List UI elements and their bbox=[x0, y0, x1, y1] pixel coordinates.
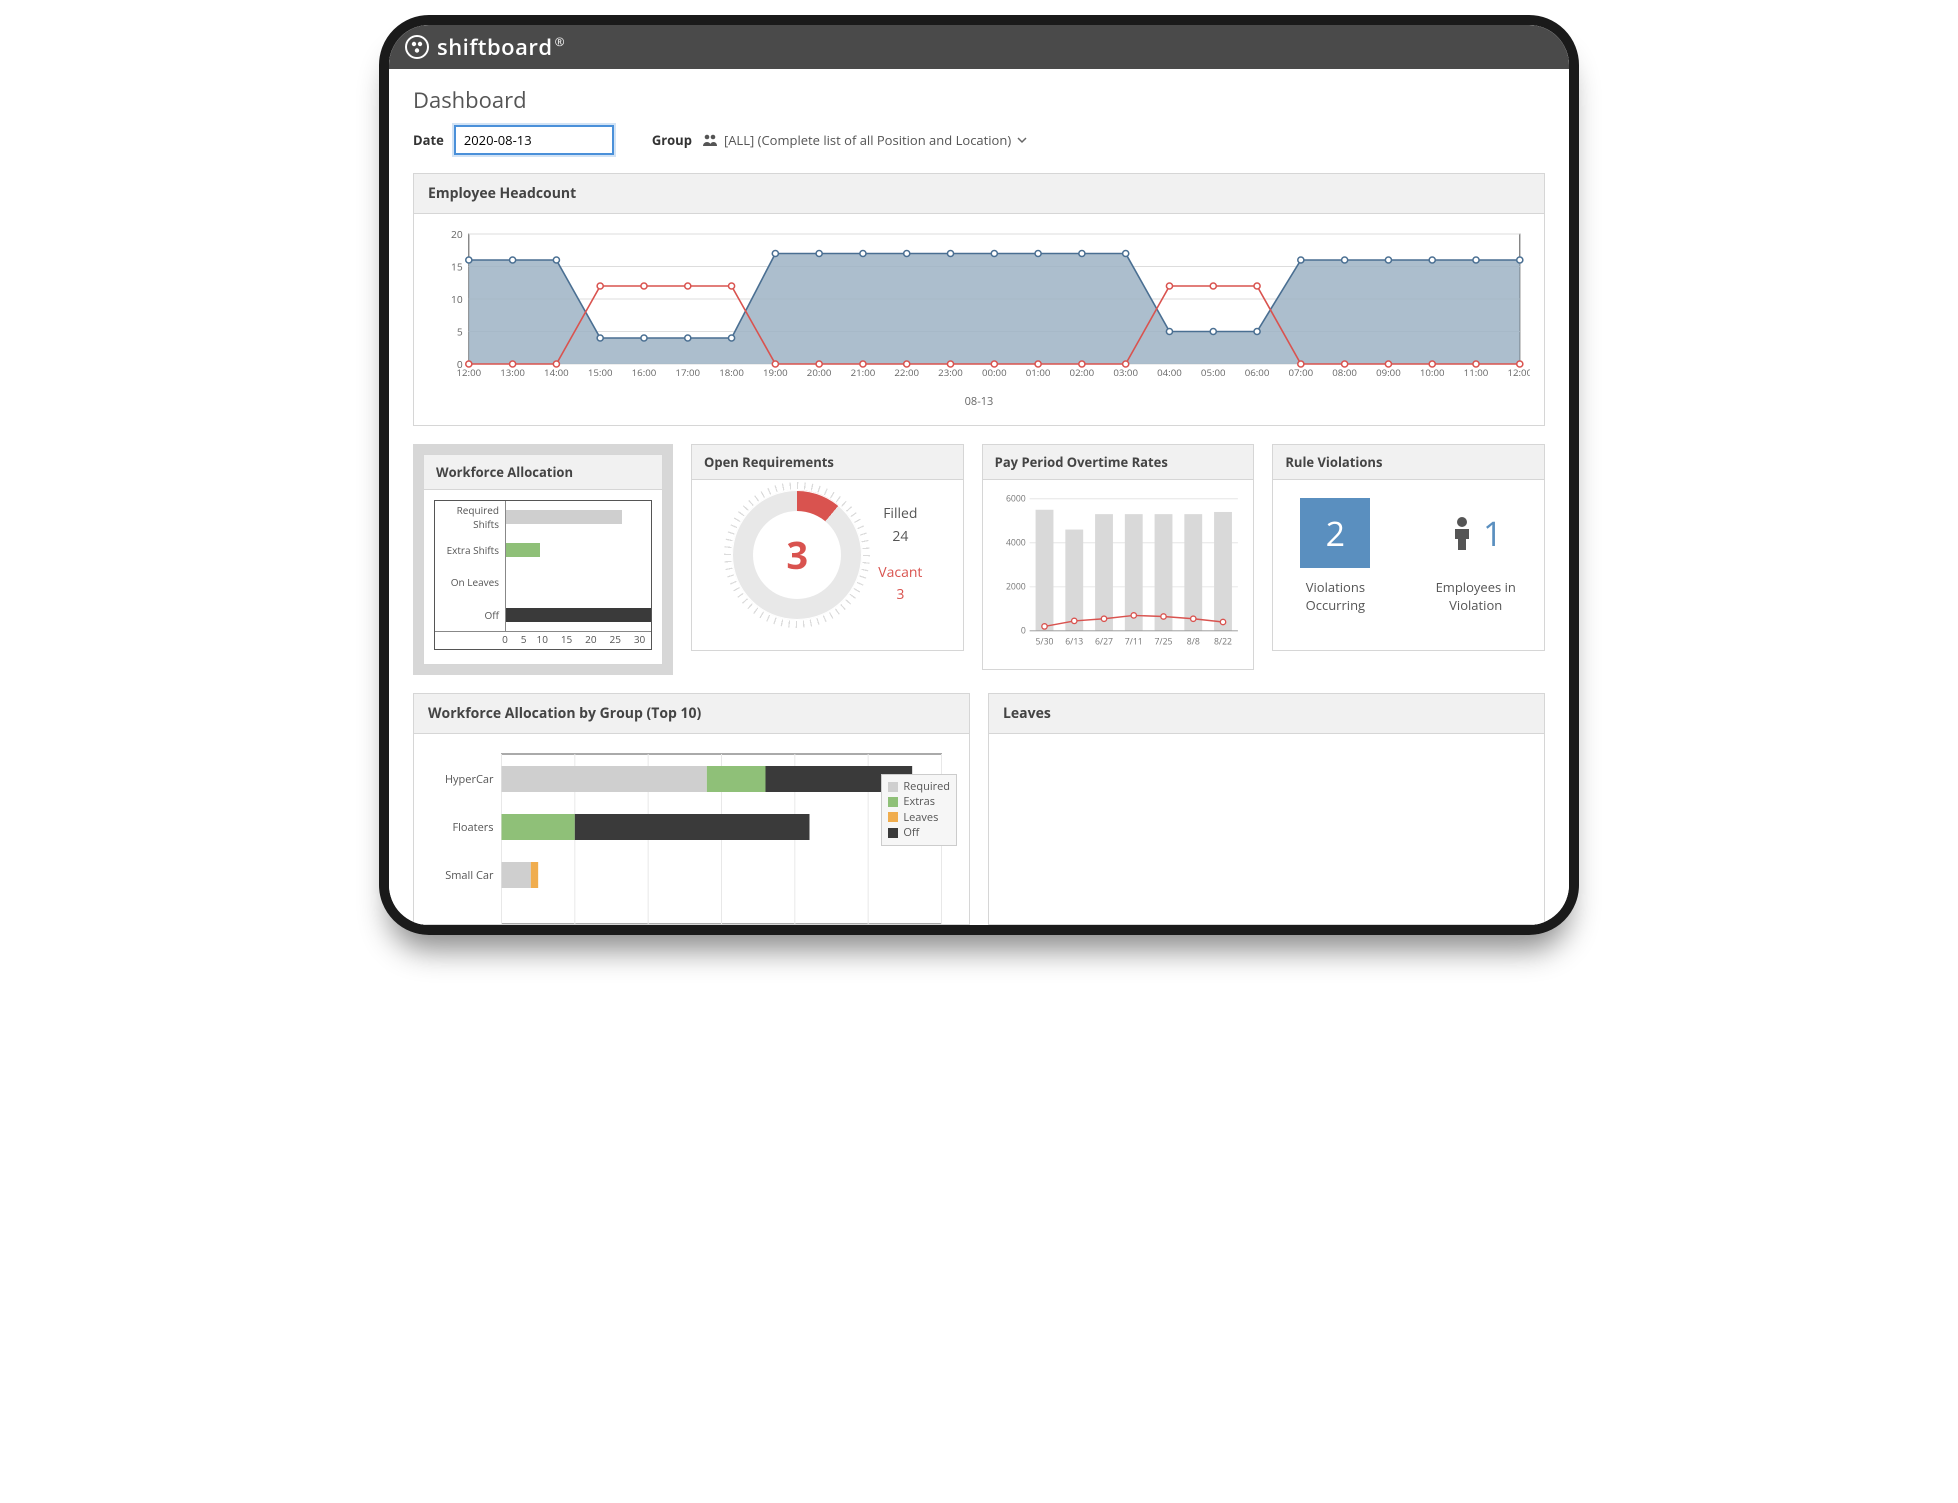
group-value: [ALL] (Complete list of all Position and… bbox=[724, 131, 1011, 149]
filters-bar: Date Group [ALL] (Complete list of all P… bbox=[413, 125, 1545, 155]
svg-text:7/25: 7/25 bbox=[1154, 635, 1172, 647]
svg-text:08:00: 08:00 bbox=[1332, 366, 1357, 379]
chevron-down-icon bbox=[1017, 135, 1027, 145]
svg-text:12:00: 12:00 bbox=[1507, 366, 1530, 379]
workforce-by-group-legend: RequiredExtrasLeavesOff bbox=[881, 774, 957, 846]
workforce-by-group-chart: HyperCar Floaters Small Car bbox=[428, 744, 955, 924]
panel-leaves[interactable]: Leaves bbox=[988, 693, 1545, 925]
svg-text:5: 5 bbox=[457, 325, 463, 339]
svg-text:6/27: 6/27 bbox=[1095, 635, 1113, 647]
selected-card-highlight: Workforce Allocation Required Shifts Ext… bbox=[413, 444, 673, 675]
group-selector[interactable]: [ALL] (Complete list of all Position and… bbox=[702, 131, 1027, 149]
device-frame: shiftboard ® Dashboard Date Group [ALL] … bbox=[379, 15, 1579, 935]
svg-text:10: 10 bbox=[451, 292, 463, 306]
svg-text:13:00: 13:00 bbox=[500, 366, 525, 379]
svg-text:8/8: 8/8 bbox=[1186, 635, 1199, 647]
brand-dot: ® bbox=[555, 33, 565, 50]
filled-value: 24 bbox=[878, 526, 922, 548]
summary-cards-row: Workforce Allocation Required Shifts Ext… bbox=[413, 444, 1545, 675]
panel-overtime[interactable]: Pay Period Overtime Rates 0 2000 4000 6000 5… bbox=[982, 444, 1255, 670]
svg-text:7/11: 7/11 bbox=[1124, 635, 1142, 647]
panel-header-or: Open Requirements bbox=[692, 445, 963, 480]
svg-text:01:00: 01:00 bbox=[1026, 366, 1051, 379]
panel-rule-violations[interactable]: Rule Violations 2 Violations Occurring bbox=[1272, 444, 1545, 651]
vacant-value: 3 bbox=[878, 584, 922, 606]
panel-header-rv: Rule Violations bbox=[1273, 445, 1544, 480]
employees-label: Employees in Violation bbox=[1417, 578, 1534, 614]
svg-text:14:00: 14:00 bbox=[544, 366, 569, 379]
svg-text:20: 20 bbox=[451, 227, 463, 241]
svg-text:2000: 2000 bbox=[1006, 581, 1026, 593]
svg-text:Floaters: Floaters bbox=[452, 820, 493, 835]
svg-text:06:00: 06:00 bbox=[1245, 366, 1270, 379]
svg-text:04:00: 04:00 bbox=[1157, 366, 1182, 379]
headcount-x-sublabel: 08-13 bbox=[428, 394, 1530, 409]
svg-text:02:00: 02:00 bbox=[1070, 366, 1095, 379]
svg-text:HyperCar: HyperCar bbox=[445, 772, 494, 787]
svg-text:6000: 6000 bbox=[1006, 493, 1026, 505]
headcount-chart: 0510152012:0013:0014:0015:0016:0017:0018… bbox=[428, 224, 1530, 394]
screen: shiftboard ® Dashboard Date Group [ALL] … bbox=[389, 25, 1569, 925]
panel-header-wag: Workforce Allocation by Group (Top 10) bbox=[414, 694, 969, 734]
svg-text:6/13: 6/13 bbox=[1065, 635, 1083, 647]
person-icon bbox=[1449, 516, 1475, 550]
svg-text:22:00: 22:00 bbox=[894, 366, 919, 379]
svg-text:15:00: 15:00 bbox=[588, 366, 613, 379]
app-topbar: shiftboard ® bbox=[389, 25, 1569, 69]
panel-workforce-by-group[interactable]: Workforce Allocation by Group (Top 10) H… bbox=[413, 693, 970, 925]
svg-text:21:00: 21:00 bbox=[851, 366, 876, 379]
page-content: Dashboard Date Group [ALL] (Complete lis… bbox=[389, 69, 1569, 925]
panel-header-ot: Pay Period Overtime Rates bbox=[983, 445, 1254, 480]
date-input[interactable] bbox=[454, 125, 614, 155]
users-icon bbox=[702, 133, 718, 147]
svg-text:18:00: 18:00 bbox=[719, 366, 744, 379]
svg-text:Small Car: Small Car bbox=[445, 868, 494, 883]
svg-text:09:00: 09:00 bbox=[1376, 366, 1401, 379]
svg-text:07:00: 07:00 bbox=[1289, 366, 1314, 379]
brand-logo-icon bbox=[405, 35, 429, 59]
svg-text:0: 0 bbox=[1020, 625, 1025, 637]
svg-text:11:00: 11:00 bbox=[1464, 366, 1489, 379]
svg-text:10:00: 10:00 bbox=[1420, 366, 1445, 379]
svg-text:8/22: 8/22 bbox=[1214, 635, 1232, 647]
svg-text:16:00: 16:00 bbox=[632, 366, 657, 379]
open-requirements-donut: 3 bbox=[732, 490, 862, 620]
panel-header-headcount: Employee Headcount bbox=[414, 174, 1544, 214]
svg-text:5/30: 5/30 bbox=[1035, 635, 1053, 647]
bottom-panels-row: Workforce Allocation by Group (Top 10) H… bbox=[413, 693, 1545, 925]
date-label: Date bbox=[413, 131, 444, 149]
panel-header-leaves: Leaves bbox=[989, 694, 1544, 734]
panel-open-requirements[interactable]: Open Requirements 3 Filled 24 Vaca bbox=[691, 444, 964, 651]
panel-workforce-allocation[interactable]: Workforce Allocation Required Shifts Ext… bbox=[423, 454, 663, 665]
vacant-label: Vacant bbox=[878, 562, 922, 584]
violations-label: Violations Occurring bbox=[1283, 578, 1387, 614]
employees-count: 1 bbox=[1483, 510, 1502, 556]
overtime-chart: 0 2000 4000 6000 5/30 6/13 6/27 7/11 7/25 8/8 8/22 bbox=[993, 490, 1244, 655]
page-title: Dashboard bbox=[413, 85, 1545, 115]
svg-text:15: 15 bbox=[451, 260, 463, 274]
violations-count-badge: 2 bbox=[1300, 498, 1370, 568]
svg-text:20:00: 20:00 bbox=[807, 366, 832, 379]
svg-text:00:00: 00:00 bbox=[982, 366, 1007, 379]
workforce-allocation-chart: Required Shifts Extra Shifts On Leaves O… bbox=[434, 500, 652, 650]
svg-text:4000: 4000 bbox=[1006, 537, 1026, 549]
svg-text:05:00: 05:00 bbox=[1201, 366, 1226, 379]
svg-text:12:00: 12:00 bbox=[456, 366, 481, 379]
donut-center-value: 3 bbox=[753, 511, 841, 599]
svg-text:03:00: 03:00 bbox=[1113, 366, 1138, 379]
svg-text:19:00: 19:00 bbox=[763, 366, 788, 379]
svg-text:23:00: 23:00 bbox=[938, 366, 963, 379]
svg-text:17:00: 17:00 bbox=[675, 366, 700, 379]
panel-header-wa: Workforce Allocation bbox=[424, 455, 662, 490]
group-label: Group bbox=[652, 131, 692, 149]
filled-label: Filled bbox=[878, 503, 922, 525]
panel-employee-headcount: Employee Headcount 0510152012:0013:0014:… bbox=[413, 173, 1545, 426]
brand-name: shiftboard bbox=[437, 32, 553, 62]
